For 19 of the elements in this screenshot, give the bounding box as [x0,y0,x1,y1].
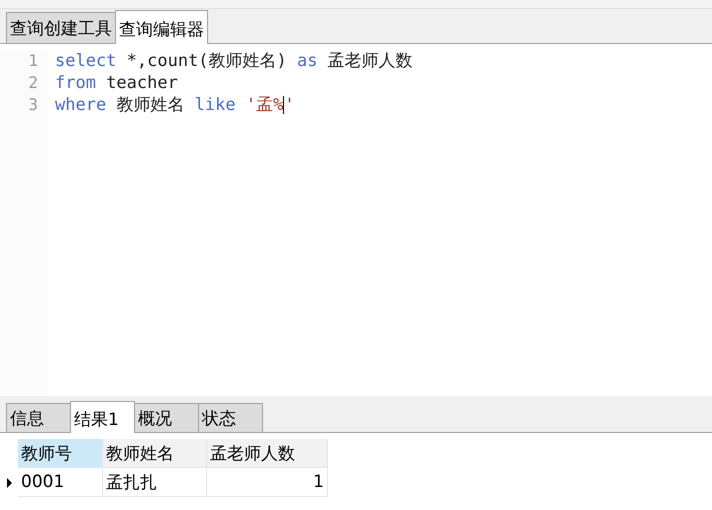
result-tab[interactable]: 状态 [198,403,263,432]
line-number: 2 [27,72,39,94]
table-cell: 0001 [18,468,103,497]
table-cell: 孟扎扎 [103,468,207,497]
line-number: 3 [27,94,39,116]
editor-tab[interactable]: 查询编辑器 [115,10,208,44]
code-line: where 教师姓名 like '孟%' [55,94,296,116]
result-tab[interactable]: 信息 [6,403,71,432]
code-line: from teacher [55,72,179,94]
line-number: 1 [27,50,39,72]
table-cell: 1 [207,468,328,497]
code-editor[interactable]: 1 2 3 select *,count(教师姓名) as 孟老师人数 from teacher where 教师姓名 like '孟%' [0,44,712,396]
column-header[interactable]: 孟老师人数 [207,439,328,468]
result-tab[interactable]: 概况 [134,403,199,432]
code-line: select *,count(教师姓名) as 孟老师人数 [55,50,413,72]
result-tab[interactable]: 结果1 [70,401,135,433]
editor-tab[interactable]: 查询创建工具 [6,12,116,43]
column-header[interactable]: 教师号 [18,439,103,468]
column-header[interactable]: 教师姓名 [103,439,207,468]
